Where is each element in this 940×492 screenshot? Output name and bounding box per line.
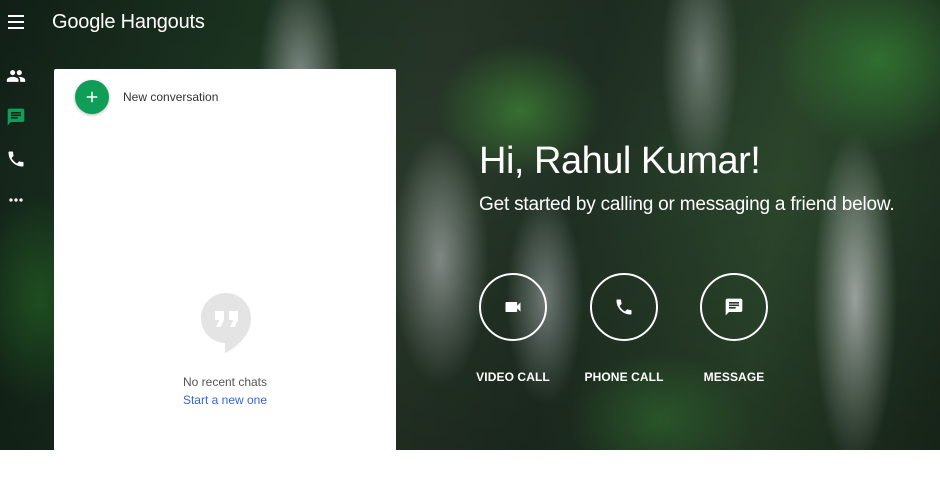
top-bar: Google Hangouts — [0, 0, 400, 48]
hamburger-menu-icon — [8, 15, 24, 17]
new-conversation-label: New conversation — [123, 90, 219, 104]
conversations-panel: New conversation No recent chats Start a… — [54, 69, 396, 450]
plus-icon — [86, 91, 98, 103]
people-icon — [6, 70, 26, 82]
nav-phone-calls-button[interactable] — [5, 148, 27, 170]
message-icon — [725, 298, 743, 316]
empty-state-text: No recent chats — [182, 375, 268, 389]
greeting-subtitle: Get started by calling or messaging a fr… — [479, 194, 895, 215]
phone-call-circle[interactable] — [590, 273, 658, 341]
main-menu-button[interactable] — [6, 12, 26, 32]
new-conversation-button[interactable]: New conversation — [75, 79, 218, 115]
phone-call-label: PHONE CALL — [584, 370, 664, 384]
app-title: Google Hangouts — [52, 11, 205, 33]
message-circle[interactable] — [700, 273, 768, 341]
nav-more-button[interactable] — [5, 189, 27, 211]
phone-icon — [616, 299, 632, 315]
nav-conversations-button[interactable] — [5, 106, 27, 128]
start-new-conversation-link[interactable]: Start a new one — [54, 393, 396, 407]
hamburger-menu-icon — [8, 21, 24, 23]
message-button[interactable]: MESSAGE — [674, 273, 794, 384]
chat-icon — [7, 108, 25, 126]
hangouts-app: Google Hangouts New conversation No rece… — [0, 0, 940, 450]
phone-call-button[interactable]: PHONE CALL — [564, 273, 684, 384]
video-call-label: VIDEO CALL — [476, 370, 550, 384]
more-horiz-icon — [9, 198, 23, 202]
greeting-heading: Hi, Rahul Kumar! — [479, 140, 761, 182]
message-label: MESSAGE — [703, 370, 765, 384]
nav-contacts-button[interactable] — [5, 65, 27, 87]
videocam-icon — [505, 302, 521, 312]
video-call-circle[interactable] — [479, 273, 547, 341]
hangouts-quote-icon — [201, 293, 251, 353]
video-call-button[interactable]: VIDEO CALL — [453, 273, 573, 384]
new-conversation-fab[interactable] — [75, 80, 109, 114]
hamburger-menu-icon — [8, 27, 24, 29]
phone-icon — [8, 151, 24, 167]
